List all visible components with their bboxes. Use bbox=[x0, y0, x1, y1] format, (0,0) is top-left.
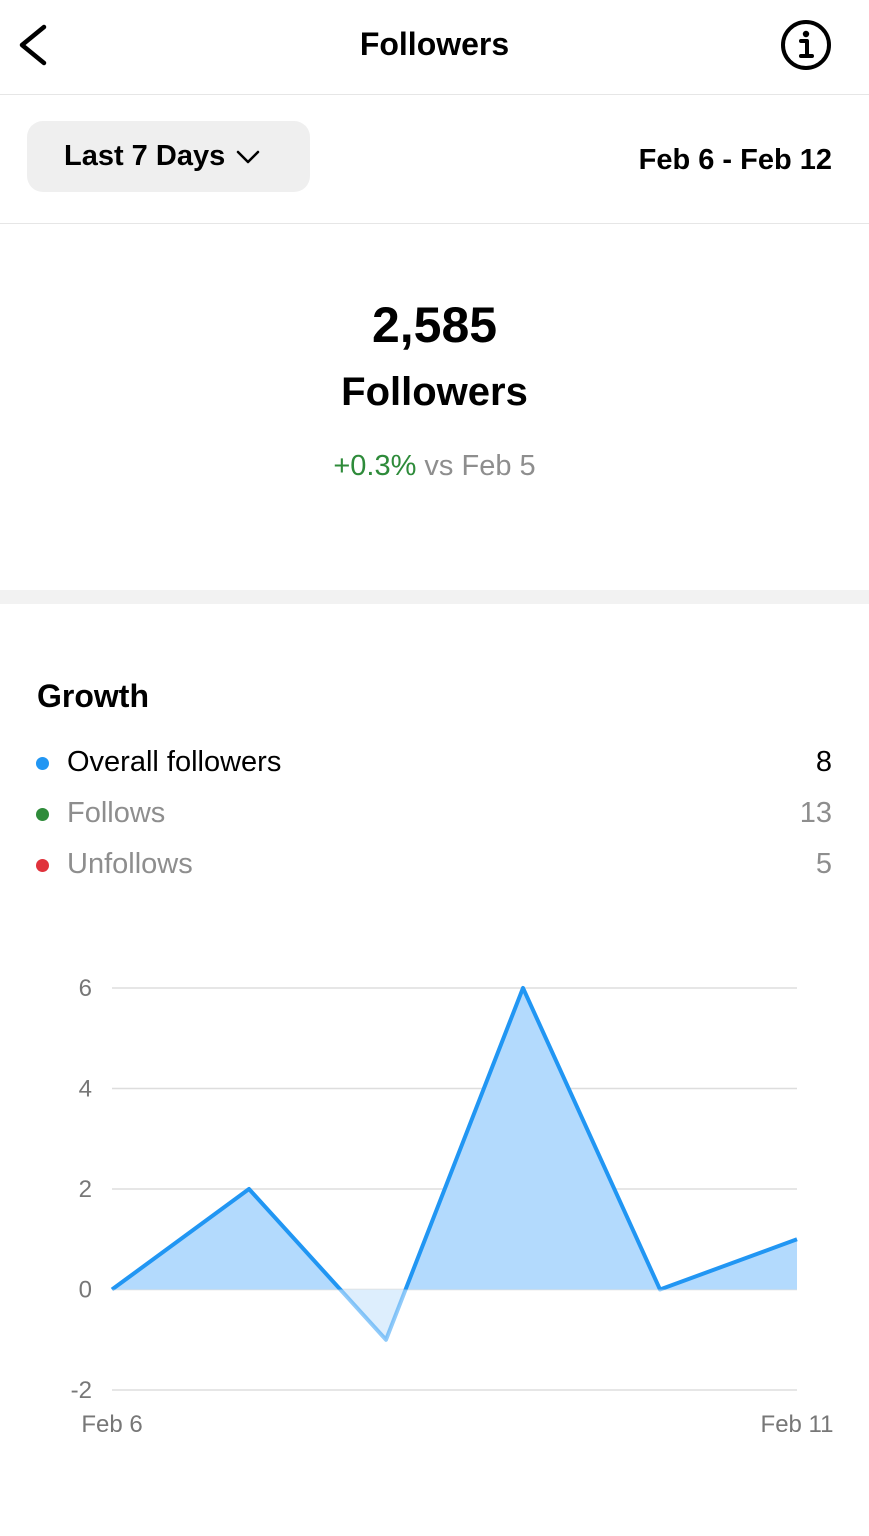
change-percent: +0.3% bbox=[333, 450, 417, 482]
change-comparison: vs Feb 5 bbox=[416, 450, 536, 482]
growth-chart: 6 4 2 0 -2 Feb 6 Feb 11 bbox=[71, 975, 834, 1438]
follower-count: 2,585 bbox=[371, 297, 498, 353]
legend-item-follows: Follows 13 bbox=[0, 795, 869, 835]
info-icon bbox=[781, 20, 831, 70]
legend-label: Follows bbox=[67, 797, 166, 829]
follower-change: +0.3% vs Feb 5 bbox=[0, 450, 869, 483]
legend-value: 13 bbox=[799, 797, 832, 829]
legend-dot-green bbox=[36, 808, 49, 821]
info-button[interactable] bbox=[780, 19, 832, 71]
legend-value: 5 bbox=[815, 848, 832, 880]
filter-bar: Last 7 Days Feb 6 - Feb 12 bbox=[0, 96, 869, 224]
y-tick-label: 4 bbox=[79, 1076, 92, 1103]
top-nav-bar: Followers bbox=[0, 0, 869, 95]
x-tick-label: Feb 11 bbox=[761, 1411, 834, 1438]
page-title: Followers bbox=[359, 26, 510, 62]
date-range-dropdown-label: Last 7 Days bbox=[64, 140, 226, 172]
y-tick-label: 2 bbox=[79, 1176, 92, 1203]
y-tick-label: 6 bbox=[79, 975, 92, 1002]
growth-title: Growth bbox=[37, 678, 149, 714]
legend-dot-red bbox=[36, 859, 49, 872]
legend-value: 8 bbox=[815, 746, 832, 778]
legend-label: Unfollows bbox=[67, 848, 193, 880]
followers-summary: 2,585 Followers +0.3% vs Feb 5 bbox=[0, 224, 869, 590]
date-range-dropdown[interactable]: Last 7 Days bbox=[27, 121, 310, 192]
legend-label: Overall followers bbox=[67, 746, 282, 778]
y-tick-label: -2 bbox=[71, 1377, 92, 1404]
chevron-down-icon bbox=[236, 150, 260, 163]
legend-item-overall-followers: Overall followers 8 bbox=[0, 744, 869, 784]
date-range-text: Feb 6 - Feb 12 bbox=[638, 144, 832, 176]
section-divider bbox=[0, 590, 869, 604]
x-tick-label: Feb 6 bbox=[81, 1411, 142, 1438]
legend-dot-blue bbox=[36, 757, 49, 770]
legend-item-unfollows: Unfollows 5 bbox=[0, 846, 869, 886]
follower-count-label: Followers bbox=[341, 370, 528, 414]
y-tick-label: 0 bbox=[79, 1277, 92, 1304]
